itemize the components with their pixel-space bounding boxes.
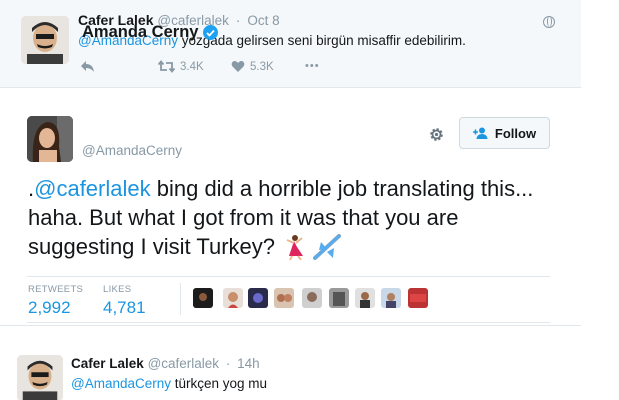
mention-link[interactable]: @AmandaCerny <box>71 376 171 391</box>
liker-avatar[interactable] <box>355 288 375 308</box>
more-button[interactable]: ••• <box>305 60 320 72</box>
liker-avatar[interactable] <box>302 288 322 308</box>
heart-icon <box>231 61 245 72</box>
cafer-avatar-image <box>17 355 63 400</box>
likes-value: 4,781 <box>103 298 146 317</box>
tweet-time[interactable]: Oct 8 <box>247 13 279 28</box>
main-tweet-text: .@caferlalek bing did a horrible job tra… <box>28 174 558 267</box>
tweet-text: @AmandaCerny türkçen yog mu <box>71 376 267 391</box>
reply-tweet-header: Cafer Lalek @caferlalek · 14h <box>71 356 260 371</box>
separator: · <box>235 12 241 28</box>
retweet-count: 3.4K <box>180 60 204 73</box>
globe-icon <box>543 16 555 28</box>
liker-avatar[interactable] <box>274 288 294 308</box>
author-name[interactable]: Cafer Lalek <box>71 356 144 371</box>
author-handle[interactable]: @caferlalek <box>148 356 219 371</box>
follow-user-icon <box>472 127 488 139</box>
retweets-stat[interactable]: RETWEETS 2,992 <box>28 284 83 318</box>
cafer-avatar-image <box>21 16 69 64</box>
retweet-icon <box>158 60 175 73</box>
stats-divider <box>27 322 550 323</box>
cafer-avatar[interactable] <box>17 355 63 400</box>
liker-avatar[interactable] <box>408 288 428 308</box>
settings-button[interactable] <box>428 126 445 148</box>
tweet-time[interactable]: 14h <box>237 356 260 371</box>
like-button[interactable]: 5.3K <box>231 60 274 73</box>
follow-label: Follow <box>494 125 537 141</box>
more-icon: ••• <box>305 60 320 72</box>
reply-button[interactable] <box>80 60 95 73</box>
reply-tweet[interactable] <box>0 345 581 400</box>
follow-button[interactable]: Follow <box>459 117 550 149</box>
airplane-emoji-icon <box>313 234 342 267</box>
retweets-label: RETWEETS <box>28 284 84 295</box>
parent-tweet[interactable]: Cafer Lalek @caferlalek · Oct 8 @AmandaC… <box>0 0 581 88</box>
separator: · <box>225 356 231 371</box>
gear-icon <box>430 128 443 141</box>
liker-avatar[interactable] <box>193 288 213 308</box>
tweet-body: yozgada gelirsen seni birgün misaffir ed… <box>178 33 466 48</box>
tweet-body: türkçen yog mu <box>171 376 268 391</box>
amanda-avatar-image <box>27 116 73 162</box>
retweet-button[interactable]: 3.4K <box>158 60 204 73</box>
likes-label: LIKES <box>103 284 132 295</box>
liker-avatar[interactable] <box>248 288 268 308</box>
main-author-name-row: Amanda Cerny <box>82 23 219 42</box>
stats-divider <box>27 276 550 277</box>
cafer-avatar[interactable] <box>21 16 69 64</box>
like-count: 5.3K <box>250 60 274 73</box>
amanda-avatar[interactable] <box>27 116 73 162</box>
stats-separator <box>180 283 181 315</box>
reply-icon <box>81 61 94 72</box>
verified-badge-icon <box>203 25 219 40</box>
liker-avatar[interactable] <box>381 288 401 308</box>
mention-link[interactable]: @caferlalek <box>34 176 151 201</box>
retweets-value: 2,992 <box>28 298 71 317</box>
liker-avatar[interactable] <box>329 288 349 308</box>
dancer-emoji-icon <box>281 234 307 267</box>
author-handle[interactable]: @AmandaCerny <box>82 143 182 158</box>
likes-stat[interactable]: LIKES 4,781 <box>103 284 146 318</box>
author-name[interactable]: Amanda Cerny <box>82 23 198 42</box>
liker-avatar[interactable] <box>223 288 243 308</box>
